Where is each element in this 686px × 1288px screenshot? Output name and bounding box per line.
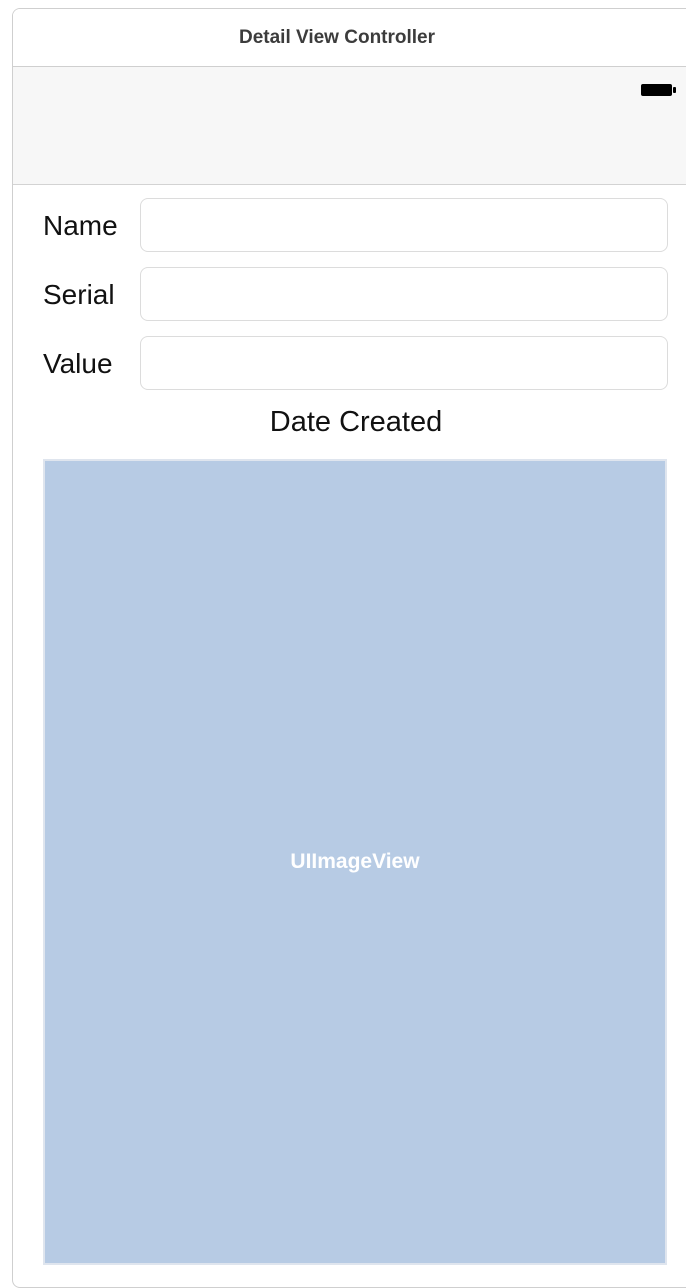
battery-icon <box>641 84 676 96</box>
serial-label: Serial <box>43 279 115 310</box>
name-label: Name <box>43 210 118 241</box>
scene-title: Detail View Controller <box>238 26 436 48</box>
serial-row: Serial <box>13 267 686 323</box>
name-row: Name <box>13 198 686 254</box>
value-label: Value <box>43 348 113 379</box>
value-row: Value <box>13 336 686 392</box>
content-view: Name Serial Value Date Created UIImageVi… <box>13 185 686 1287</box>
name-field[interactable] <box>140 198 668 252</box>
date-created-label: Date Created <box>269 406 443 438</box>
image-view-label: UIImageView <box>290 850 420 873</box>
value-field[interactable] <box>140 336 668 390</box>
view-controller-scene: Detail View Controller Name Serial Value… <box>12 8 686 1288</box>
navigation-bar <box>13 67 686 185</box>
image-view[interactable]: UIImageView <box>43 459 667 1265</box>
serial-field[interactable] <box>140 267 668 321</box>
scene-title-bar: Detail View Controller <box>13 9 686 67</box>
